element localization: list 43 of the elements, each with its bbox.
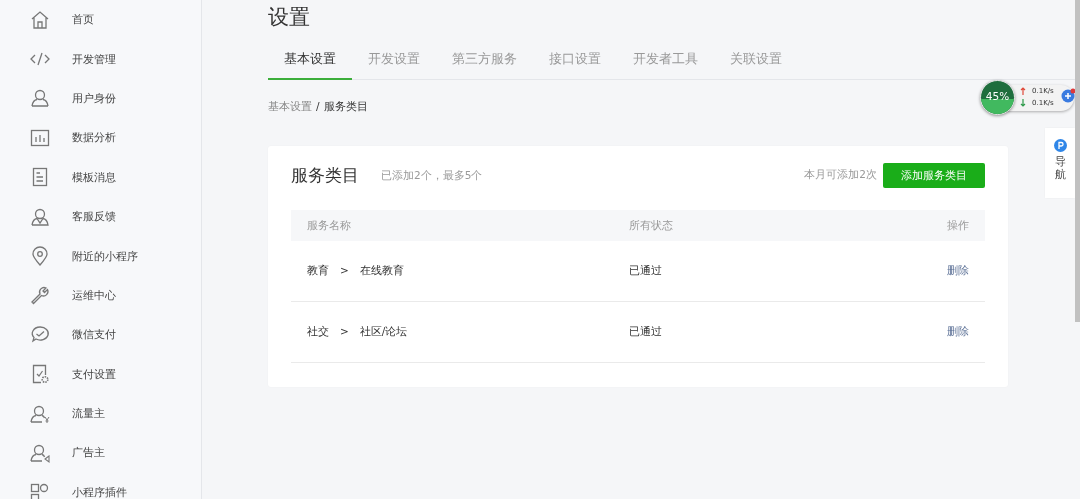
sidebar-item[interactable]: 流量主 (72, 406, 105, 422)
column-header: 服务名称 (307, 218, 352, 233)
sidebar-item[interactable]: 用户身份 (72, 90, 116, 106)
sidebar-item[interactable]: 数据分析 (72, 130, 116, 146)
sidebar-item[interactable]: 微信支付 (72, 327, 116, 343)
table-cell-text: 教育 > 在线教育 (307, 264, 405, 278)
sidebar-item[interactable]: 客服反馈 (72, 209, 116, 225)
user-triangle-icon (29, 442, 51, 464)
parking-icon (1053, 139, 1067, 152)
card-title: 服务类目 (291, 163, 359, 187)
sidebar-item[interactable]: 小程序插件 (72, 484, 127, 499)
breadcrumb-item: 服务类目 (323, 100, 368, 114)
sidebar-item[interactable]: 模板消息 (72, 169, 116, 185)
side-nav-panel[interactable]: 导航 (1045, 128, 1075, 198)
side-nav-label: 导航 (1054, 155, 1066, 182)
column-header: 操作 (946, 218, 969, 233)
table-cell-text: 已通过 (629, 264, 663, 278)
wrench-icon (29, 284, 51, 307)
sidebar-item[interactable]: 广告主 (72, 445, 105, 461)
plus-icon[interactable] (1061, 88, 1076, 103)
delete-link[interactable]: 删除 (947, 264, 969, 278)
sidebar-item[interactable]: 附近的小程序 (72, 248, 138, 264)
sidebar-item[interactable]: 首页 (72, 12, 94, 28)
user-icon (29, 87, 51, 110)
sidebar-item[interactable]: 支付设置 (72, 366, 116, 382)
sidebar-item[interactable]: 开发管理 (72, 51, 116, 67)
sidebar-item[interactable]: 运维中心 (72, 287, 116, 303)
usage-gauge[interactable]: 45% (980, 80, 1015, 115)
upload-arrow-icon (1020, 86, 1026, 95)
quota-text: 本月可添加2次 (804, 168, 877, 182)
page-title: 设置 (268, 4, 311, 31)
card-subtitle: 已添加2个，最多5个 (381, 169, 483, 183)
location-pin-icon (29, 245, 51, 268)
blocks-icon (29, 481, 51, 499)
table-cell-text: 社交 > 社区/论坛 (307, 325, 409, 339)
breadcrumb-item[interactable]: 基本设置 (268, 100, 312, 114)
delete-link[interactable]: 删除 (947, 325, 969, 339)
table-cell-text: 已通过 (629, 325, 663, 339)
breadcrumb-separator: / (316, 100, 320, 112)
column-header: 所有状态 (629, 218, 674, 233)
scrollbar[interactable] (1075, 0, 1080, 322)
tab[interactable]: 基本设置 (268, 41, 352, 80)
download-arrow-icon (1020, 98, 1026, 107)
